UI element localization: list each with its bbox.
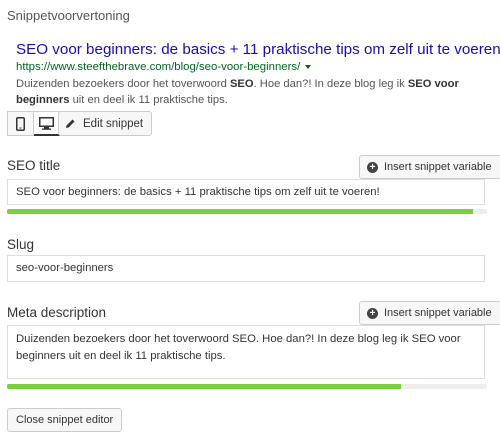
seo-title-input[interactable]: SEO voor beginners: de basics + 11 prakt… [7, 179, 485, 205]
pencil-icon [66, 119, 75, 128]
edit-snippet-label: Edit snippet [83, 117, 144, 130]
meta-description-input[interactable]: Duizenden bezoekers door het toverwoord … [7, 325, 485, 379]
insert-variable-label: Insert snippet variable [384, 161, 492, 173]
desktop-preview-button[interactable] [34, 111, 60, 136]
caret-down-icon [305, 64, 312, 69]
snippet-preview-heading: Snippetvoorvertoning [7, 8, 130, 23]
preview-url-text: https://www.steefthebrave.com/blog/seo-v… [16, 61, 301, 73]
preview-title[interactable]: SEO voor beginners: de basics + 11 prakt… [16, 41, 500, 58]
seo-title-progress [7, 209, 487, 214]
slug-input[interactable]: seo-voor-beginners [7, 255, 485, 282]
plus-circle-icon: + [367, 307, 378, 319]
plus-circle-icon: + [367, 161, 378, 173]
preview-mode-toggle [7, 111, 60, 136]
mobile-preview-button[interactable] [7, 111, 34, 136]
seo-title-insert-variable-button[interactable]: + Insert snippet variable [359, 155, 500, 179]
meta-description-insert-variable-button[interactable]: + Insert snippet variable [359, 301, 500, 325]
slug-label: Slug [7, 237, 35, 252]
preview-description: Duizenden bezoekers door het toverwoord … [16, 78, 459, 106]
meta-description-progress [7, 384, 487, 389]
preview-url: https://www.steefthebrave.com/blog/seo-v… [16, 61, 312, 73]
insert-variable-label: Insert snippet variable [384, 307, 492, 319]
meta-description-progress-fill [7, 384, 401, 389]
meta-description-label: Meta description [7, 305, 107, 320]
desktop-icon [39, 116, 54, 130]
mobile-icon [16, 116, 25, 131]
seo-title-label: SEO title [7, 158, 61, 173]
edit-snippet-button[interactable]: Edit snippet [58, 111, 153, 136]
seo-title-progress-fill [7, 209, 473, 214]
close-snippet-editor-button[interactable]: Close snippet editor [7, 408, 123, 432]
